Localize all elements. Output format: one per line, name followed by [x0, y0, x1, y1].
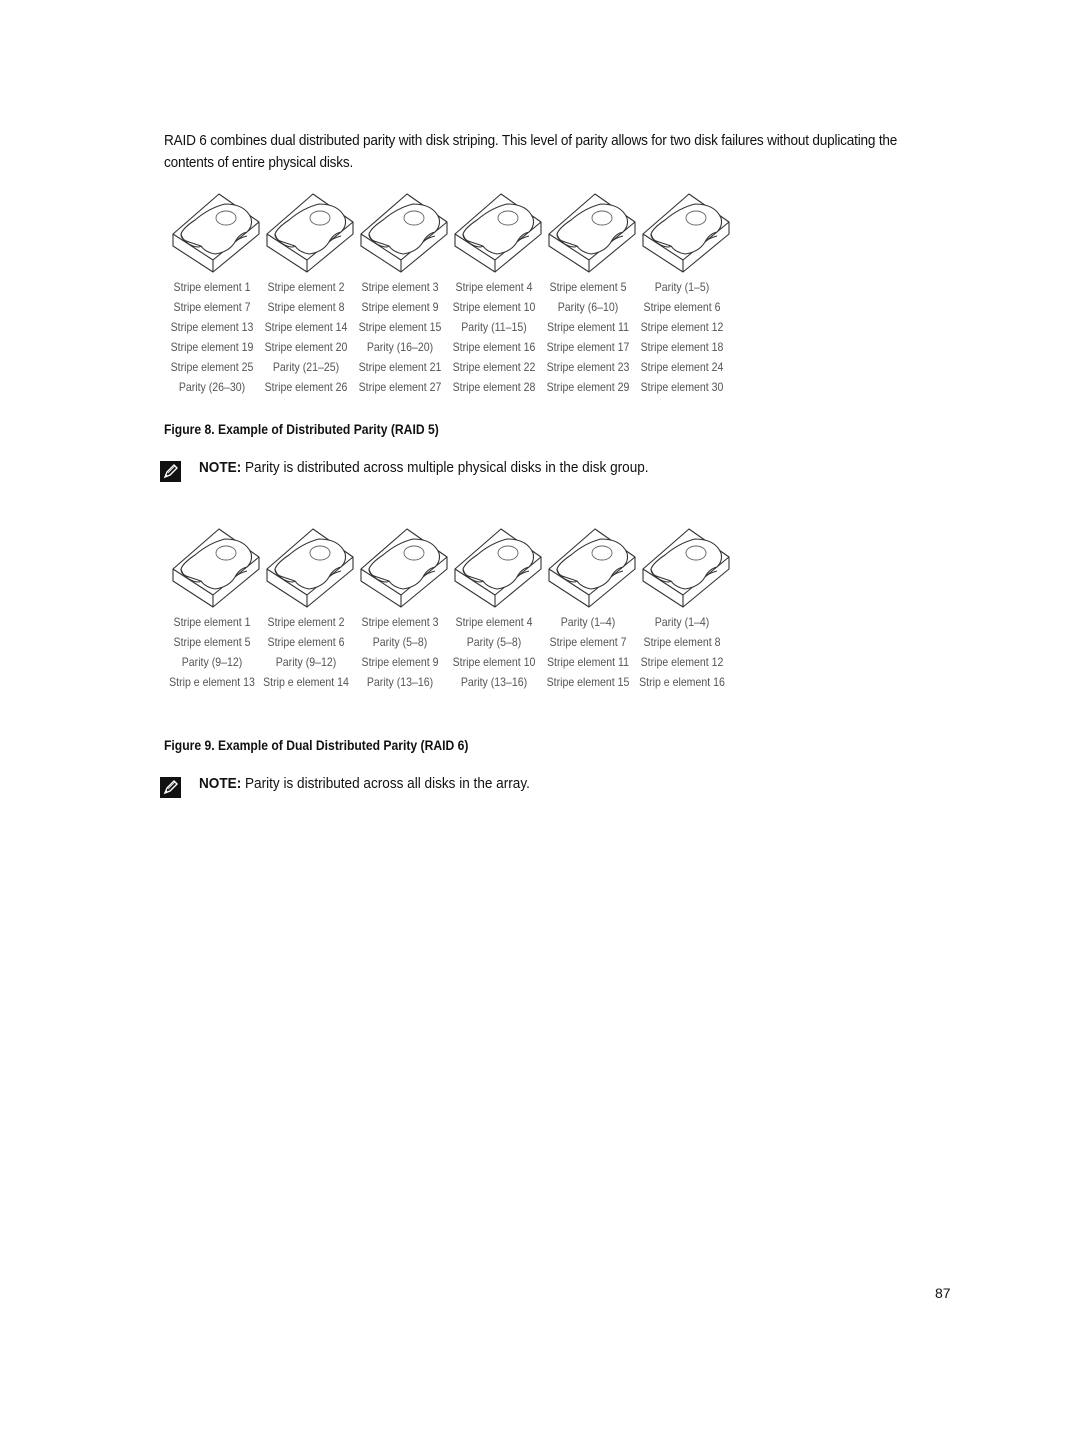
hard-disk-icon — [357, 190, 451, 276]
parity-cell: Parity (1–4) — [560, 615, 616, 629]
stripe-element-cell: Stripe element 29 — [546, 380, 630, 394]
stripe-element-cell: Stripe element 15 — [546, 675, 630, 689]
hard-disk-icon — [639, 525, 733, 611]
stripe-element-cell: Stripe element 6 — [267, 635, 345, 649]
stripe-element-cell: Stripe element 19 — [170, 340, 254, 354]
stripe-element-cell: Stripe element 7 — [173, 300, 251, 314]
pencil-note-icon — [160, 461, 181, 482]
figure-raid6: Stripe element 1 Stripe element 2 Stripe e… — [163, 525, 743, 689]
parity-cell: Parity (5–8) — [372, 635, 428, 649]
stripe-element-cell: Stripe element 25 — [170, 360, 254, 374]
disk-row — [163, 525, 743, 615]
stripe-element-cell: Stripe element 24 — [640, 360, 724, 374]
stripe-element-cell: Stripe element 11 — [546, 320, 629, 334]
note-text: NOTE: Parity is distributed across multi… — [199, 460, 649, 476]
figure-caption: Figure 8. Example of Distributed Parity … — [164, 422, 439, 437]
stripe-element-cell: Stripe element 22 — [452, 360, 536, 374]
hard-disk-icon — [639, 190, 733, 276]
note: NOTE: Parity is distributed across all d… — [160, 775, 860, 799]
parity-cell: Parity (21–25) — [272, 360, 340, 374]
stripe-element-cell: Stripe element 23 — [546, 360, 630, 374]
stripe-element-cell: Stripe element 5 — [173, 635, 251, 649]
hard-disk-icon — [263, 190, 357, 276]
stripe-element-cell: Stripe element 11 — [546, 655, 629, 669]
stripe-element-cell: Stripe element 26 — [264, 380, 348, 394]
stripe-element-cell: Stripe element 3 — [361, 615, 439, 629]
stripe-element-cell: Stripe element 4 — [455, 615, 533, 629]
stripe-element-cell: Stripe element 21 — [358, 360, 442, 374]
hard-disk-icon — [263, 525, 357, 611]
hard-disk-icon — [451, 525, 545, 611]
parity-cell: Parity (26–30) — [178, 380, 246, 394]
stripe-element-cell: Stripe element 2 — [267, 615, 345, 629]
stripe-element-cell: Stripe element 5 — [549, 280, 627, 294]
hard-disk-icon — [545, 190, 639, 276]
stripe-element-cell: Stripe element 3 — [361, 280, 439, 294]
hard-disk-icon — [357, 525, 451, 611]
parity-cell: Parity (9–12) — [181, 655, 243, 669]
stripe-element-cell: Stripe element 1 — [173, 615, 251, 629]
stripe-element-cell: Stripe element 14 — [264, 320, 348, 334]
stripe-element-cell: Stripe element 18 — [640, 340, 724, 354]
hard-disk-icon — [169, 525, 263, 611]
parity-cell: Parity (11–15) — [461, 320, 527, 334]
parity-cell: Parity (1–4) — [654, 615, 710, 629]
hard-disk-icon — [545, 525, 639, 611]
stripe-element-cell: Stripe element 20 — [264, 340, 348, 354]
hard-disk-icon — [451, 190, 545, 276]
stripe-element-cell: Stripe element 30 — [640, 380, 724, 394]
parity-cell: Parity (9–12) — [275, 655, 337, 669]
note-body: Parity is distributed across multiple ph… — [241, 460, 649, 476]
stripe-element-cell: Stripe element 17 — [546, 340, 630, 354]
stripe-element-cell: Stripe element 8 — [267, 300, 345, 314]
stripe-element-cell: Stripe element 2 — [267, 280, 345, 294]
stripe-element-cell: Strip e element 14 — [263, 675, 349, 689]
parity-cell: Parity (6–10) — [557, 300, 619, 314]
parity-cell: Parity (13–16) — [460, 675, 528, 689]
disk-row — [163, 190, 743, 280]
stripe-element-cell: Stripe element 4 — [455, 280, 533, 294]
stripe-element-cell: Strip e element 16 — [639, 675, 725, 689]
intro-paragraph: RAID 6 combines dual distributed parity … — [164, 133, 898, 171]
parity-cell: Parity (13–16) — [366, 675, 434, 689]
stripe-element-cell: Stripe element 16 — [452, 340, 536, 354]
parity-cell: Parity (1–5) — [654, 280, 710, 294]
stripe-element-cell: Stripe element 13 — [170, 320, 254, 334]
stripe-element-cell: Stripe element 10 — [452, 300, 536, 314]
stripe-element-cell: Stripe element 6 — [643, 300, 721, 314]
stripe-element-cell: Stripe element 9 — [361, 300, 439, 314]
note: NOTE: Parity is distributed across multi… — [160, 459, 860, 483]
figure-raid5: Stripe element 1 Stripe element 2 Stripe e… — [163, 190, 743, 394]
note-text: NOTE: Parity is distributed across all d… — [199, 776, 530, 792]
note-body: Parity is distributed across all disks i… — [241, 776, 530, 792]
stripe-element-cell: Stripe element 9 — [361, 655, 439, 669]
figure-caption: Figure 9. Example of Dual Distributed Pa… — [164, 738, 469, 753]
stripe-element-cell: Stripe element 10 — [452, 655, 536, 669]
parity-cell: Parity (16–20) — [366, 340, 434, 354]
stripe-element-cell: Stripe element 27 — [358, 380, 442, 394]
stripe-element-cell: Stripe element 15 — [358, 320, 442, 334]
stripe-element-cell: Stripe element 8 — [643, 635, 721, 649]
note-label: NOTE: — [199, 776, 242, 792]
stripe-element-cell: Stripe element 1 — [173, 280, 251, 294]
stripe-element-cell: Stripe element 12 — [640, 320, 724, 334]
stripe-element-cell: Stripe element 28 — [452, 380, 536, 394]
parity-cell: Parity (5–8) — [466, 635, 522, 649]
stripe-element-cell: Strip e element 13 — [169, 675, 255, 689]
pencil-note-icon — [160, 777, 181, 798]
hard-disk-icon — [169, 190, 263, 276]
page-number: 87 — [935, 1285, 951, 1301]
note-label: NOTE: — [199, 460, 242, 476]
stripe-element-cell: Stripe element 7 — [549, 635, 627, 649]
stripe-element-cell: Stripe element 12 — [640, 655, 724, 669]
